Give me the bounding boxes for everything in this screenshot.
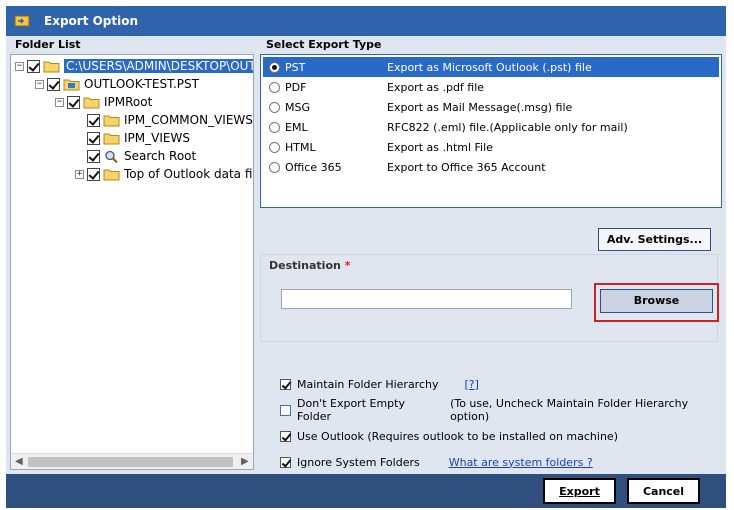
folder-list-panel: Folder List − C:\USERS\ADMIN\DESKTOP\OUT… xyxy=(6,36,258,474)
folder-list-label: Folder List xyxy=(15,38,81,51)
window-title: Export Option xyxy=(44,14,139,28)
tree-node-ipm-views[interactable]: IPM_VIEWS xyxy=(87,129,190,147)
export-type-eml[interactable]: EML RFC822 (.eml) file.(Applicable only … xyxy=(263,117,719,137)
radio-button[interactable] xyxy=(269,141,280,153)
tree-node-checkbox[interactable] xyxy=(87,113,100,127)
pst-file-icon xyxy=(63,79,80,90)
folder-icon xyxy=(83,97,100,108)
export-type-list: PST Export as Microsoft Outlook (.pst) f… xyxy=(260,54,722,208)
no-empty-folder-checkbox[interactable] xyxy=(280,404,291,416)
tree-node-search-root[interactable]: Search Root xyxy=(87,147,196,165)
footer-bar: Export Cancel xyxy=(6,474,726,508)
tree-node-top-of-outlook[interactable]: + Top of Outlook data file xyxy=(75,165,254,183)
destination-group: Destination * Browse xyxy=(260,254,719,342)
radio-button[interactable] xyxy=(269,81,280,93)
maintain-hierarchy-checkbox[interactable] xyxy=(280,378,291,390)
tree-node-label: Top of Outlook data file xyxy=(124,167,254,181)
scrollbar-thumb[interactable] xyxy=(28,457,233,467)
option-maintain-hierarchy[interactable]: Maintain Folder Hierarchy [?] xyxy=(280,376,479,392)
tree-node-label: IPMRoot xyxy=(104,95,153,109)
tree-node-ipm-common-views[interactable]: IPM_COMMON_VIEWS xyxy=(87,111,253,129)
tree-node-ipmroot[interactable]: − IPMRoot xyxy=(55,93,152,111)
app-icon xyxy=(14,15,30,27)
option-use-outlook[interactable]: Use Outlook (Requires outlook to be inst… xyxy=(280,428,618,444)
type-name: Office 365 xyxy=(285,160,342,174)
type-description: Export as Mail Message(.msg) file xyxy=(387,100,573,114)
type-name: MSG xyxy=(285,100,310,114)
option-label: Use Outlook (Requires outlook to be inst… xyxy=(297,429,618,443)
tree-node-checkbox[interactable] xyxy=(87,131,100,145)
ignore-system-checkbox[interactable] xyxy=(280,456,291,468)
option-note: (To use, Uncheck Maintain Folder Hierarc… xyxy=(450,397,689,423)
type-name: HTML xyxy=(285,140,316,154)
horizontal-scrollbar[interactable]: ◀ ▶ xyxy=(11,453,253,469)
destination-path-input[interactable] xyxy=(281,289,572,309)
scroll-right-icon[interactable]: ▶ xyxy=(241,456,249,467)
collapse-icon[interactable]: − xyxy=(55,97,64,107)
option-label: Don't Export Empty Folder xyxy=(297,397,405,423)
tree-node-label: OUTLOOK-TEST.PST xyxy=(84,77,199,91)
expand-icon[interactable]: + xyxy=(75,169,84,179)
browse-button[interactable]: Browse xyxy=(600,289,713,313)
browse-highlight-box: Browse xyxy=(594,283,719,322)
export-type-msg[interactable]: MSG Export as Mail Message(.msg) file xyxy=(263,97,719,117)
tree-node-checkbox[interactable] xyxy=(67,95,80,109)
adv-settings-button[interactable]: Adv. Settings... xyxy=(598,228,711,251)
radio-button[interactable] xyxy=(269,161,280,173)
tree-node-label: C:\USERS\ADMIN\DESKTOP\OUTLOOK-TEST.PST xyxy=(64,59,253,73)
export-type-pdf[interactable]: PDF Export as .pdf file xyxy=(263,77,719,97)
collapse-icon[interactable]: − xyxy=(15,61,24,71)
required-mark: * xyxy=(344,259,351,272)
type-description: Export as .pdf file xyxy=(387,80,485,94)
export-type-office365[interactable]: Office 365 Export to Office 365 Account xyxy=(263,157,719,177)
export-button[interactable]: Export xyxy=(543,478,616,504)
scroll-left-icon[interactable]: ◀ xyxy=(15,456,23,467)
type-name: PST xyxy=(285,60,306,74)
export-option-window: Export Option Folder List − C:\USERS\ADM… xyxy=(0,0,734,510)
title-bar: Export Option xyxy=(6,6,726,36)
cancel-button[interactable]: Cancel xyxy=(627,478,700,504)
type-name: PDF xyxy=(285,80,307,94)
system-folders-link[interactable]: What are system folders ? xyxy=(449,456,593,469)
tree-node-root-path[interactable]: − C:\USERS\ADMIN\DESKTOP\OUTLOOK-TEST.PS… xyxy=(15,57,253,75)
tree-node-checkbox[interactable] xyxy=(87,167,100,181)
export-type-pst[interactable]: PST Export as Microsoft Outlook (.pst) f… xyxy=(263,57,719,77)
tree-node-pst[interactable]: − OUTLOOK-TEST.PST xyxy=(35,75,199,93)
option-label: Maintain Folder Hierarchy xyxy=(297,377,439,391)
use-outlook-checkbox[interactable] xyxy=(280,430,291,442)
option-label: Ignore System Folders xyxy=(297,455,420,469)
folder-icon xyxy=(103,169,120,180)
type-name: EML xyxy=(285,120,308,134)
type-description: Export as .html File xyxy=(387,140,493,154)
destination-label-text: Destination xyxy=(269,259,341,272)
radio-button[interactable] xyxy=(269,101,280,113)
radio-button[interactable] xyxy=(269,61,280,73)
tree-node-checkbox[interactable] xyxy=(27,59,40,73)
search-icon xyxy=(105,150,118,163)
collapse-icon[interactable]: − xyxy=(35,79,44,89)
help-link[interactable]: [?] xyxy=(465,378,479,391)
folder-open-icon xyxy=(43,61,60,72)
tree-node-checkbox[interactable] xyxy=(47,77,60,91)
tree-node-label: Search Root xyxy=(124,149,197,163)
type-description: Export to Office 365 Account xyxy=(387,160,546,174)
tree-node-label: IPM_VIEWS xyxy=(124,131,190,145)
option-ignore-system[interactable]: Ignore System Folders What are system fo… xyxy=(280,454,593,470)
tree-node-label: IPM_COMMON_VIEWS xyxy=(124,113,253,127)
export-settings-panel: Select Export Type PST Export as Microso… xyxy=(258,36,726,474)
folder-tree[interactable]: − C:\USERS\ADMIN\DESKTOP\OUTLOOK-TEST.PS… xyxy=(10,54,254,470)
type-description: RFC822 (.eml) file.(Applicable only for … xyxy=(387,120,628,134)
radio-button[interactable] xyxy=(269,121,280,133)
export-type-label: Select Export Type xyxy=(266,38,382,51)
destination-label: Destination * xyxy=(269,259,350,272)
option-no-empty-folder[interactable]: Don't Export Empty Folder (To use, Unche… xyxy=(280,397,726,423)
type-description: Export as Microsoft Outlook (.pst) file xyxy=(387,60,592,74)
folder-icon xyxy=(103,115,120,126)
tree-node-checkbox[interactable] xyxy=(87,149,100,163)
export-type-html[interactable]: HTML Export as .html File xyxy=(263,137,719,157)
folder-icon xyxy=(103,133,120,144)
